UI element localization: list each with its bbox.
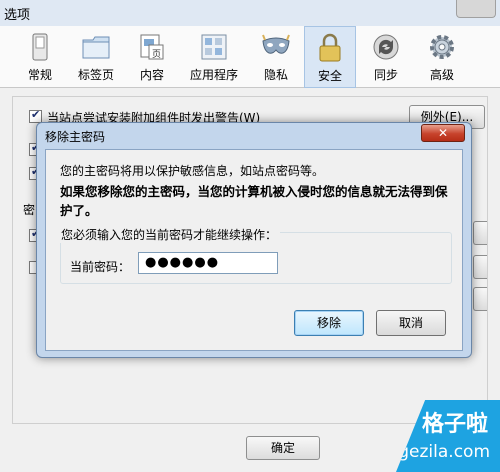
mask-icon	[262, 34, 290, 54]
remove-master-password-dialog: 移除主密码 ✕ 您的主密码将用以保护敏感信息，如站点密码等。 如果您移除您的主密…	[36, 122, 472, 358]
svg-text:页: 页	[152, 49, 161, 60]
gear-icon	[430, 35, 454, 59]
current-password-input[interactable]: ●●●●●●	[138, 252, 278, 274]
panel-button-right-3[interactable]	[473, 287, 487, 311]
cancel-button[interactable]: 取消	[376, 310, 446, 336]
dialog-warning-text: 如果您移除您的主密码，当您的计算机被入侵时您的信息就无法得到保护了。	[60, 184, 448, 218]
tab-security[interactable]: 安全	[304, 26, 356, 88]
dialog-titlebar: 移除主密码 ✕	[37, 123, 471, 147]
panel-button-right-1[interactable]	[473, 221, 487, 245]
tab-privacy[interactable]: 隐私	[250, 26, 302, 88]
window-title: 选项	[4, 8, 31, 23]
content-page-icon: 页	[140, 34, 164, 60]
addon-warning-checkbox[interactable]	[29, 108, 42, 123]
dialog-info-text: 您的主密码将用以保护敏感信息，如站点密码等。	[60, 164, 325, 178]
window-titlebar: 选项	[0, 0, 500, 26]
tab-tabs-label: 标签页	[77, 68, 114, 82]
tab-advanced-label: 高级	[429, 68, 454, 82]
tab-applications[interactable]: 应用程序	[186, 26, 242, 88]
tab-content[interactable]: 页 内容	[126, 26, 178, 88]
passwords-group-label: 密	[23, 203, 36, 217]
tab-sync[interactable]: 同步	[360, 26, 412, 88]
tabs-folder-icon	[82, 36, 110, 59]
dialog-close-button[interactable]: ✕	[421, 124, 465, 142]
sync-icon	[373, 34, 399, 60]
remove-button[interactable]: 移除	[294, 310, 364, 336]
current-password-group-label: 您必须输入您的当前密码才能继续操作：	[58, 226, 281, 243]
tab-content-label: 内容	[139, 68, 164, 82]
watermark-url: gezila.com	[398, 442, 490, 462]
tab-applications-label: 应用程序	[189, 68, 238, 82]
dialog-body: 您的主密码将用以保护敏感信息，如站点密码等。 如果您移除您的主密码，当您的计算机…	[45, 149, 463, 351]
watermark-brand: 格子啦	[421, 412, 488, 437]
current-password-label: 当前密码：	[70, 260, 131, 274]
padlock-icon	[319, 33, 341, 62]
tab-security-label: 安全	[317, 69, 342, 83]
dialog-title: 移除主密码	[45, 130, 106, 144]
panel-button-right-2[interactable]	[473, 255, 487, 279]
switch-icon	[32, 33, 48, 61]
tab-privacy-label: 隐私	[263, 68, 288, 82]
preferences-toolbar: 常规 标签页 页 内容 应用程序 隐私 安全 同步 高级	[0, 26, 500, 88]
applications-icon	[201, 34, 227, 60]
tab-sync-label: 同步	[373, 68, 398, 82]
tab-advanced[interactable]: 高级	[416, 26, 468, 88]
tab-general-label: 常规	[27, 68, 52, 82]
ok-button[interactable]: 确定	[246, 436, 320, 460]
close-icon: ✕	[437, 126, 449, 140]
window-close-button[interactable]	[456, 0, 496, 18]
tab-tabs[interactable]: 标签页	[70, 26, 122, 88]
tab-general[interactable]: 常规	[14, 26, 66, 88]
